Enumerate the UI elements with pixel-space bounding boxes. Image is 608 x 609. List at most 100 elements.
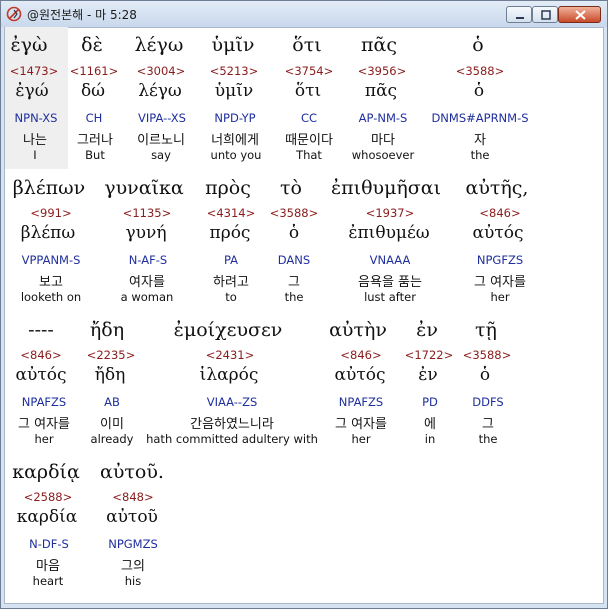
strongs-number[interactable]: <3754> <box>285 64 334 78</box>
morphology-code[interactable]: NPGFZS <box>477 253 523 267</box>
morphology-code[interactable]: VIPA--XS <box>138 111 186 125</box>
greek-word[interactable]: γυναῖκα <box>104 177 183 199</box>
strongs-number[interactable]: <2235> <box>87 348 136 362</box>
morphology-code[interactable]: DANS <box>278 253 310 267</box>
english-gloss: looketh on <box>20 290 82 304</box>
strongs-number[interactable]: <3956> <box>358 64 407 78</box>
english-gloss: unto you <box>210 148 262 162</box>
greek-word[interactable]: ἐγὼ <box>10 34 47 56</box>
strongs-number[interactable]: <846> <box>340 348 381 362</box>
strongs-number[interactable]: <4314> <box>207 206 256 220</box>
minimize-icon <box>516 17 524 19</box>
lemma: ὁ <box>473 81 485 101</box>
greek-word[interactable]: τὸ <box>280 177 302 199</box>
close-button[interactable] <box>558 6 601 23</box>
morphology-code[interactable]: NPD-YP <box>214 111 255 125</box>
greek-word[interactable]: ἐμοίχευσεν <box>174 319 283 341</box>
morphology-code[interactable]: AB <box>104 395 120 409</box>
morphology-code[interactable]: NPGMZS <box>108 537 158 551</box>
strongs-number[interactable]: <991> <box>30 206 71 220</box>
lemma: ἐγώ <box>15 81 49 101</box>
greek-word[interactable]: ὁ <box>472 34 483 56</box>
korean-gloss: 하려고 <box>213 275 249 290</box>
strongs-number[interactable]: <846> <box>479 206 520 220</box>
korean-gloss: 여자를 <box>129 275 165 290</box>
greek-word[interactable]: ὑμῖν <box>212 34 255 56</box>
greek-word[interactable]: ὅτι <box>292 34 321 56</box>
maximize-button[interactable] <box>532 6 558 23</box>
greek-word[interactable]: πᾶς <box>361 34 397 56</box>
strongs-number[interactable]: <1937> <box>366 206 415 220</box>
strongs-number[interactable]: <5213> <box>210 64 259 78</box>
lemma: ἐν <box>418 365 438 385</box>
morphology-code[interactable]: PD <box>422 395 438 409</box>
korean-gloss: 그 <box>288 275 300 290</box>
english-gloss: That <box>296 148 322 162</box>
english-gloss: his <box>124 574 142 588</box>
strongs-number[interactable]: <1161> <box>70 64 119 78</box>
greek-word[interactable]: λέγω <box>135 34 184 56</box>
morphology-code[interactable]: NPN-XS <box>15 111 58 125</box>
lemma: ἐπιθυμέω <box>348 223 430 243</box>
english-gloss: to <box>225 290 237 304</box>
strongs-number[interactable]: <3588> <box>456 64 505 78</box>
minimize-button[interactable] <box>506 6 532 23</box>
greek-word[interactable]: δὲ <box>81 34 103 56</box>
morphology-code[interactable]: DNMS#APRNM-S <box>431 111 528 125</box>
morphology-code[interactable]: PA <box>224 253 238 267</box>
korean-gloss: 이미 <box>100 417 124 432</box>
strongs-number[interactable]: <1135> <box>123 206 172 220</box>
korean-gloss: 마다 <box>371 133 395 148</box>
morphology-code[interactable]: VPPANM-S <box>22 253 81 267</box>
english-gloss: already <box>90 432 134 446</box>
morphology-code[interactable]: N-AF-S <box>129 253 167 267</box>
english-gloss: her <box>351 432 371 446</box>
english-gloss: a woman <box>120 290 174 304</box>
strongs-number[interactable]: <3588> <box>270 206 319 220</box>
greek-word[interactable]: αὐτῆς, <box>466 177 529 199</box>
english-gloss: whosoever <box>351 148 415 162</box>
greek-word[interactable]: πρὸς <box>205 177 251 199</box>
korean-gloss: 마음 <box>36 559 60 574</box>
strongs-number[interactable]: <1722> <box>405 348 454 362</box>
strongs-number[interactable]: <2431> <box>206 348 255 362</box>
strongs-number[interactable]: <3004> <box>137 64 186 78</box>
morphology-code[interactable]: AP-NM-S <box>359 111 408 125</box>
strongs-number[interactable]: <2588> <box>24 490 73 504</box>
morphology-code[interactable]: VIAA--ZS <box>207 395 258 409</box>
greek-word[interactable]: ἐπιθυμῆσαι <box>331 177 441 199</box>
english-gloss: the <box>470 148 490 162</box>
greek-word[interactable]: ἐν <box>416 319 438 341</box>
morphology-code[interactable]: DDFS <box>472 395 503 409</box>
app-window: @원전본해 - 마 5:28 ἐγὼ δὲ λέγω ὑμῖν ὅτι πᾶς … <box>0 0 608 609</box>
morphology-code[interactable]: CH <box>86 111 103 125</box>
lemma: δώ <box>80 81 106 101</box>
greek-word[interactable]: ἤδη <box>90 319 124 341</box>
morphology-code[interactable]: NPAFZS <box>339 395 383 409</box>
morphology-code[interactable]: CC <box>301 111 317 125</box>
strongs-number[interactable]: <846> <box>20 348 61 362</box>
english-gloss: hath committed adultery with <box>146 432 318 446</box>
strongs-number[interactable]: <3588> <box>463 348 512 362</box>
greek-word[interactable]: καρδίᾳ <box>12 461 80 483</box>
lemma: αὐτοῦ <box>106 507 158 527</box>
strongs-number[interactable]: <848> <box>112 490 153 504</box>
greek-word[interactable]: τῇ <box>475 319 497 341</box>
lemma: γυνή <box>125 223 167 243</box>
greek-word[interactable]: ---- <box>28 319 54 341</box>
morphology-code[interactable]: NPAFZS <box>22 395 66 409</box>
korean-gloss: 때문이다 <box>285 133 333 148</box>
greek-word[interactable]: αὐτὴν <box>329 319 387 341</box>
strongs-number[interactable]: <1473> <box>10 64 59 78</box>
greek-word[interactable]: βλέπων <box>13 177 85 199</box>
lemma: λέγω <box>138 81 182 101</box>
korean-gloss: 나는 <box>23 133 47 148</box>
morphology-code[interactable]: VNAAA <box>370 253 411 267</box>
korean-gloss: 음욕을 품는 <box>358 275 422 290</box>
title-bar[interactable]: @원전본해 - 마 5:28 <box>1 1 607 27</box>
greek-word[interactable]: αὐτοῦ. <box>100 461 164 483</box>
lemma: ἱλαρός <box>199 365 259 385</box>
english-gloss: heart <box>32 574 64 588</box>
korean-gloss: 그 여자를 <box>474 275 526 290</box>
morphology-code[interactable]: N-DF-S <box>29 537 69 551</box>
